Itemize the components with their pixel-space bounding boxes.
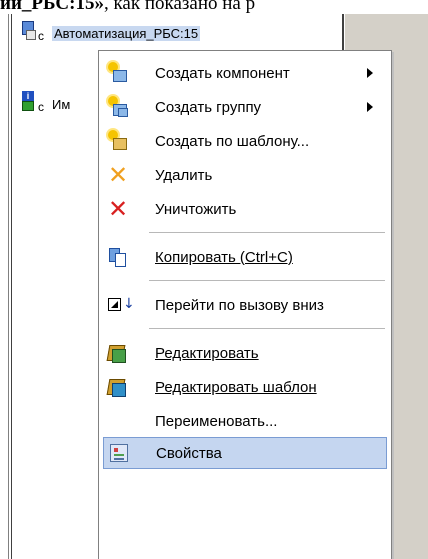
menu-item-properties[interactable]: Свойства <box>103 437 387 469</box>
document-text-rest: , как показано на р <box>103 0 256 14</box>
menu-item-create-component[interactable]: Создать компонент <box>103 57 387 89</box>
menu-item-copy[interactable]: Копировать (Ctrl+C) <box>103 241 387 273</box>
menu-item-goto-call-down[interactable]: ↓ Перейти по вызову вниз <box>103 289 387 321</box>
properties-icon <box>108 442 130 464</box>
menu-item-label: Уничтожить <box>155 200 237 218</box>
new-component-icon <box>107 62 129 84</box>
menu-item-destroy[interactable]: ✕ Уничтожить <box>103 193 387 225</box>
edit-template-icon <box>106 376 129 398</box>
delete-icon: ✕ <box>107 161 129 189</box>
menu-item-create-group[interactable]: Создать группу <box>103 91 387 123</box>
copy-icon <box>107 246 129 268</box>
submenu-arrow-icon <box>367 68 373 78</box>
new-group-icon <box>107 96 129 118</box>
menu-item-edit[interactable]: Редактировать <box>103 337 387 369</box>
menu-item-label: Копировать (Ctrl+C) <box>155 248 293 266</box>
document-text-line: ии_РБС:15», как показано на р <box>0 0 428 15</box>
menu-separator <box>149 280 385 282</box>
menu-item-label: Удалить <box>155 166 213 184</box>
menu-item-rename[interactable]: Переименовать... <box>103 405 387 437</box>
menu-item-label: Редактировать шаблон <box>155 378 317 396</box>
new-from-template-icon <box>107 130 129 152</box>
tree-item-interface[interactable]: ic Им <box>20 91 71 117</box>
menu-item-delete[interactable]: ✕ Удалить <box>103 159 387 191</box>
menu-item-label: Создать компонент <box>155 64 290 82</box>
edit-icon <box>106 342 129 364</box>
menu-item-label: Редактировать <box>155 344 259 362</box>
interface-icon: ic <box>20 91 46 117</box>
destroy-icon: ✕ <box>107 195 129 223</box>
menu-separator <box>149 328 385 330</box>
menu-item-label: Создать группу <box>155 98 262 116</box>
menu-item-label: Свойства <box>156 444 222 462</box>
rename-spacer <box>107 410 129 432</box>
tree-item-label: Им <box>52 96 71 112</box>
submenu-arrow-icon <box>367 102 373 112</box>
menu-item-label: Переименовать... <box>155 412 278 430</box>
menu-item-label: Создать по шаблону... <box>155 132 310 150</box>
context-menu: Создать компонент Создать группу Создать… <box>98 50 392 559</box>
menu-item-edit-template[interactable]: Редактировать шаблон <box>103 371 387 403</box>
menu-separator <box>149 232 385 234</box>
menu-item-label: Перейти по вызову вниз <box>155 296 324 314</box>
tree-item-automation[interactable]: c Автоматизация_РБС:15 <box>20 20 201 46</box>
tree-item-label: Автоматизация_РБС:15 <box>52 25 201 41</box>
component-icon: c <box>20 20 46 46</box>
goto-call-down-icon: ↓ <box>107 294 135 316</box>
menu-item-create-from-template[interactable]: Создать по шаблону... <box>103 125 387 157</box>
document-text-bold: ии_РБС:15» <box>0 0 104 14</box>
